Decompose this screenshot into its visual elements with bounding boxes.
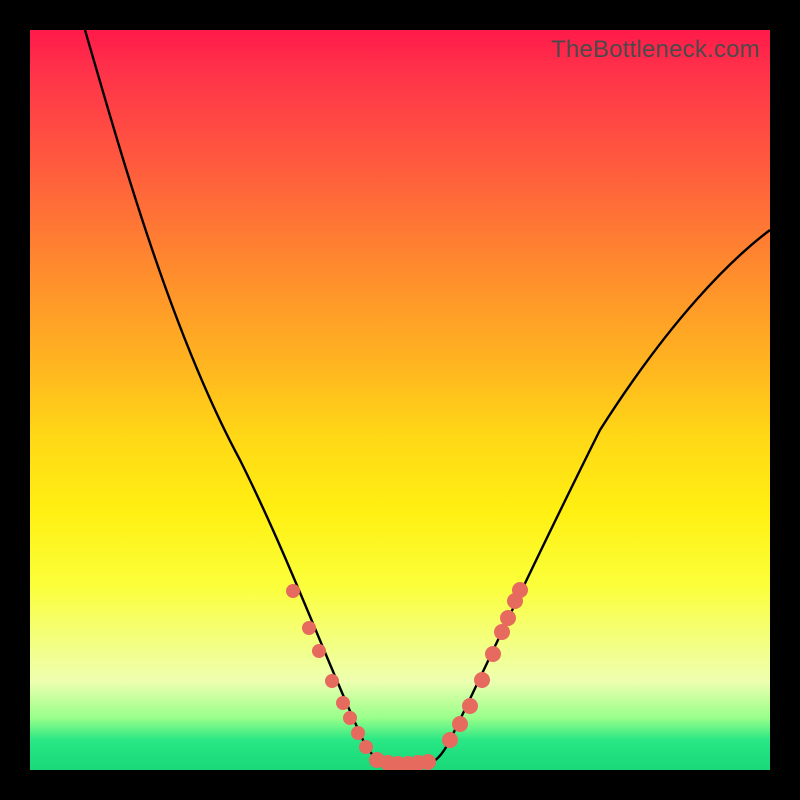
markers-right: [442, 582, 528, 748]
markers-bottom: [369, 752, 436, 770]
curve-path: [85, 30, 770, 764]
bottleneck-curve: [30, 30, 770, 770]
markers-left: [286, 584, 373, 754]
plot-area: TheBottleneck.com: [30, 30, 770, 770]
watermark-label: TheBottleneck.com: [551, 36, 760, 64]
